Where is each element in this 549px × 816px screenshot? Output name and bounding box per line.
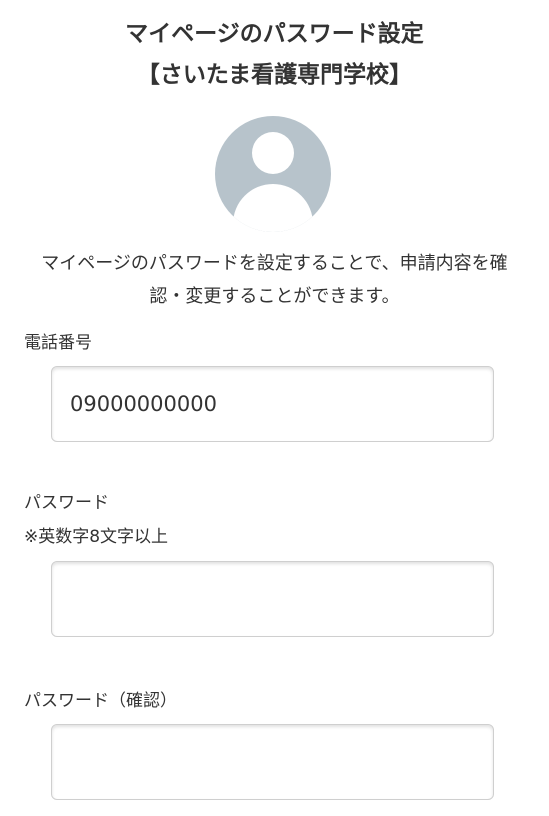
page-title: マイページのパスワード設定 — [125, 21, 424, 47]
password-hint: ※英数字8文字以上 — [24, 527, 169, 547]
phone-input[interactable] — [51, 366, 494, 442]
password-input[interactable] — [51, 561, 494, 637]
password-label: パスワード — [24, 493, 109, 513]
description-text-continued: 認・変更することができます。 — [149, 286, 400, 307]
avatar-head-shape — [252, 132, 294, 174]
avatar-body-shape — [233, 184, 313, 232]
phone-label: 電話番号 — [24, 333, 92, 353]
description-text: マイページのパスワードを設定することで、申請内容を確 — [41, 253, 508, 274]
password-confirm-input[interactable] — [51, 724, 494, 800]
password-confirm-label: パスワード（確認） — [24, 691, 177, 711]
school-name: 【さいたま看護専門学校】 — [136, 62, 413, 88]
user-avatar-icon — [215, 116, 331, 232]
